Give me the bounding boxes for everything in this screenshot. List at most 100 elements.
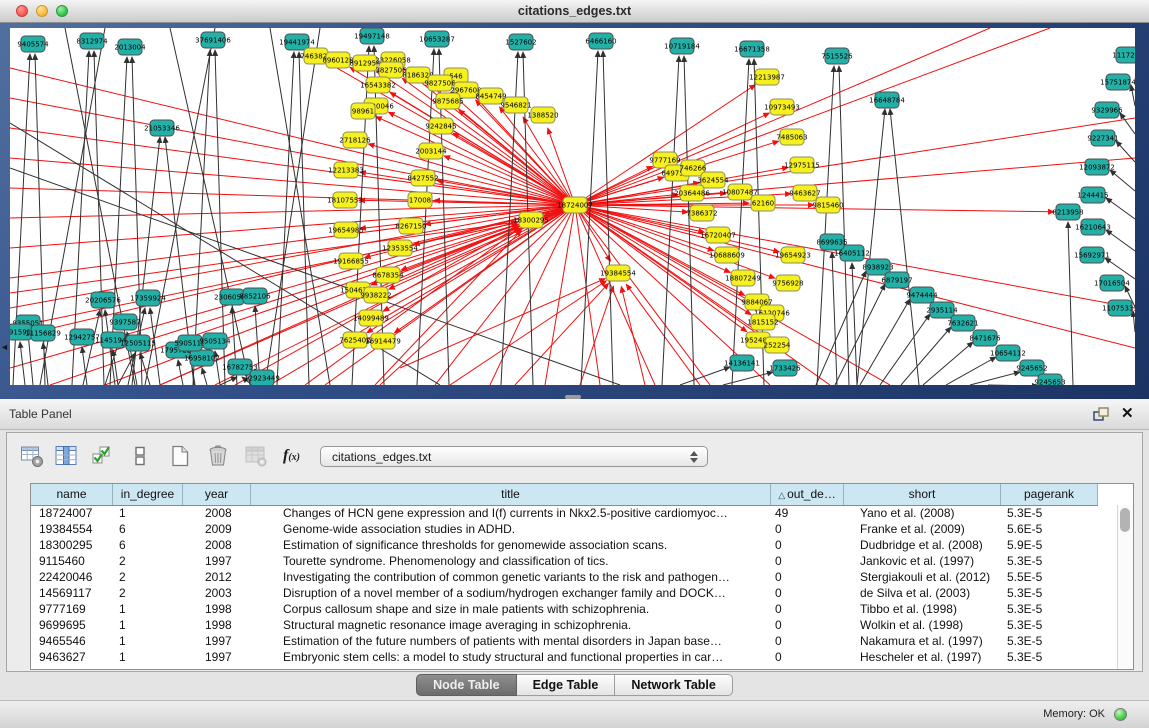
- scrollbar-thumb[interactable]: [1120, 508, 1130, 532]
- clear-selection-button[interactable]: [125, 441, 155, 471]
- network-node[interactable]: 7515526: [821, 48, 853, 64]
- select-columns-button[interactable]: [51, 441, 81, 471]
- network-node[interactable]: 16648784: [869, 92, 905, 108]
- network-node[interactable]: 1527602: [505, 34, 536, 50]
- network-node[interactable]: 14136141: [724, 355, 760, 371]
- network-node[interactable]: 6466160: [585, 33, 616, 49]
- table-row[interactable]: 1938455462009Genome-wide association stu…: [31, 521, 1117, 537]
- function-builder-button[interactable]: f(x): [283, 447, 300, 465]
- network-node[interactable]: 2718126: [339, 132, 371, 148]
- table-row[interactable]: 1456911722003Disruption of a novel membe…: [31, 585, 1117, 601]
- network-node[interactable]: 7632621: [947, 315, 978, 331]
- network-node[interactable]: 15751874: [1100, 74, 1135, 90]
- network-node[interactable]: 6879197: [881, 272, 912, 288]
- column-header-title[interactable]: title: [251, 484, 771, 505]
- network-node[interactable]: 9756928: [772, 275, 803, 291]
- float-panel-icon[interactable]: [1092, 406, 1110, 422]
- network-node[interactable]: 12093872: [1079, 159, 1115, 175]
- network-canvas[interactable]: 9405574831297420130043769140619441974194…: [10, 28, 1135, 385]
- tab-node-table[interactable]: Node Table: [416, 674, 516, 696]
- delete-table-button[interactable]: [241, 441, 271, 471]
- network-node[interactable]: 2013004: [114, 39, 146, 55]
- network-node[interactable]: 18107553: [327, 192, 363, 208]
- network-node[interactable]: 10719184: [664, 38, 700, 54]
- network-node[interactable]: 9474444: [906, 287, 938, 303]
- network-node[interactable]: 8427552: [407, 170, 438, 186]
- column-header-short[interactable]: short: [844, 484, 1001, 505]
- network-node[interactable]: 8213958: [1052, 204, 1083, 220]
- table-row[interactable]: 911546021997Tourette syndrome. Phenomeno…: [31, 553, 1117, 569]
- network-node[interactable]: 16543382: [360, 77, 396, 93]
- network-node[interactable]: 9245653: [1034, 374, 1065, 385]
- network-node[interactable]: 37691406: [195, 32, 231, 48]
- close-panel-icon[interactable]: ✕: [1121, 406, 1139, 422]
- table-row[interactable]: 946362711997Embryonic stem cells: a mode…: [31, 649, 1117, 665]
- network-node[interactable]: 10654112: [990, 345, 1026, 361]
- network-node[interactable]: 9397587: [109, 314, 140, 330]
- network-node[interactable]: 7485063: [776, 129, 807, 145]
- table-row[interactable]: 2242004622012Investigating the contribut…: [31, 569, 1117, 585]
- network-node[interactable]: 12353554: [382, 240, 418, 256]
- table-row[interactable]: 969969511998Structural magnetic resonanc…: [31, 617, 1117, 633]
- network-node[interactable]: 19654923: [775, 247, 811, 263]
- new-column-button[interactable]: [165, 441, 195, 471]
- network-node[interactable]: 8267150: [395, 218, 426, 234]
- network-node[interactable]: 9938222: [360, 287, 391, 303]
- network-node[interactable]: 98961: [351, 103, 375, 119]
- tab-network-table[interactable]: Network Table: [615, 674, 733, 696]
- network-node[interactable]: 19497148: [354, 28, 390, 44]
- vertical-scrollbar[interactable]: [1117, 505, 1133, 669]
- column-header-name[interactable]: name: [31, 484, 113, 505]
- network-node[interactable]: 19384554: [600, 265, 636, 281]
- network-node[interactable]: 1733426: [769, 360, 801, 376]
- network-node[interactable]: 8678354: [372, 267, 404, 283]
- network-node[interactable]: 16914479: [365, 333, 401, 349]
- network-node[interactable]: 1117264: [1112, 47, 1135, 63]
- table-selector[interactable]: citations_edges.txt: [320, 446, 708, 467]
- network-node[interactable]: 19166855: [333, 253, 369, 269]
- network-node[interactable]: 1815152: [747, 314, 778, 330]
- network-node[interactable]: 16671358: [734, 41, 770, 57]
- memory-status-indicator[interactable]: [1114, 708, 1127, 721]
- network-node[interactable]: 18807249: [725, 270, 761, 286]
- network-node[interactable]: 9505134: [199, 333, 231, 349]
- network-node[interactable]: 9405574: [17, 36, 49, 52]
- network-node[interactable]: 62160: [751, 195, 775, 211]
- column-header-out_de[interactable]: △out_de…: [771, 484, 844, 505]
- network-node[interactable]: 14099489: [353, 310, 389, 326]
- delete-column-button[interactable]: [203, 441, 233, 471]
- network-node[interactable]: 8312974: [76, 33, 108, 49]
- network-node[interactable]: 1244415: [1077, 187, 1108, 203]
- column-header-pagerank[interactable]: pagerank: [1001, 484, 1098, 505]
- network-node[interactable]: 15692971: [1074, 247, 1110, 263]
- select-all-button[interactable]: [87, 441, 117, 471]
- table-row[interactable]: 1872400712008Changes of HCN gene express…: [31, 505, 1117, 521]
- network-node[interactable]: 9875685: [432, 93, 463, 109]
- column-header-year[interactable]: year: [183, 484, 251, 505]
- network-node[interactable]: 17008: [408, 192, 432, 208]
- network-node[interactable]: 2003144: [415, 143, 447, 159]
- network-node[interactable]: 252254: [764, 337, 791, 353]
- network-node[interactable]: 9242845: [425, 118, 456, 134]
- network-node[interactable]: 1388520: [527, 107, 558, 123]
- network-node[interactable]: 9227341: [1087, 130, 1118, 146]
- left-splitter-collapse-icon[interactable]: ◄: [0, 341, 10, 354]
- network-window-titlebar[interactable]: citations_edges.txt: [0, 0, 1149, 23]
- network-node[interactable]: 8471676: [969, 330, 1001, 346]
- network-node[interactable]: 19654985: [328, 222, 364, 238]
- network-node[interactable]: 8699635: [816, 234, 847, 250]
- network-node[interactable]: 7386372: [686, 205, 717, 221]
- table-row[interactable]: 977716911998Corpus callosum shape and si…: [31, 601, 1117, 617]
- column-header-in_degree[interactable]: in_degree: [113, 484, 183, 505]
- network-node[interactable]: 10653287: [419, 31, 455, 47]
- column-settings-button[interactable]: [17, 441, 47, 471]
- network-node[interactable]: 10973493: [764, 99, 800, 115]
- tab-edge-table[interactable]: Edge Table: [517, 674, 616, 696]
- network-node[interactable]: 17016504: [1094, 275, 1130, 291]
- table-row[interactable]: 946554611997Estimation of the future num…: [31, 633, 1117, 649]
- network-node[interactable]: 9329966: [1091, 102, 1123, 118]
- network-node[interactable]: 9463627: [789, 185, 820, 201]
- network-node[interactable]: 16210643: [1075, 219, 1111, 235]
- network-node[interactable]: 21053346: [144, 120, 180, 136]
- network-node[interactable]: 12975115: [784, 157, 820, 173]
